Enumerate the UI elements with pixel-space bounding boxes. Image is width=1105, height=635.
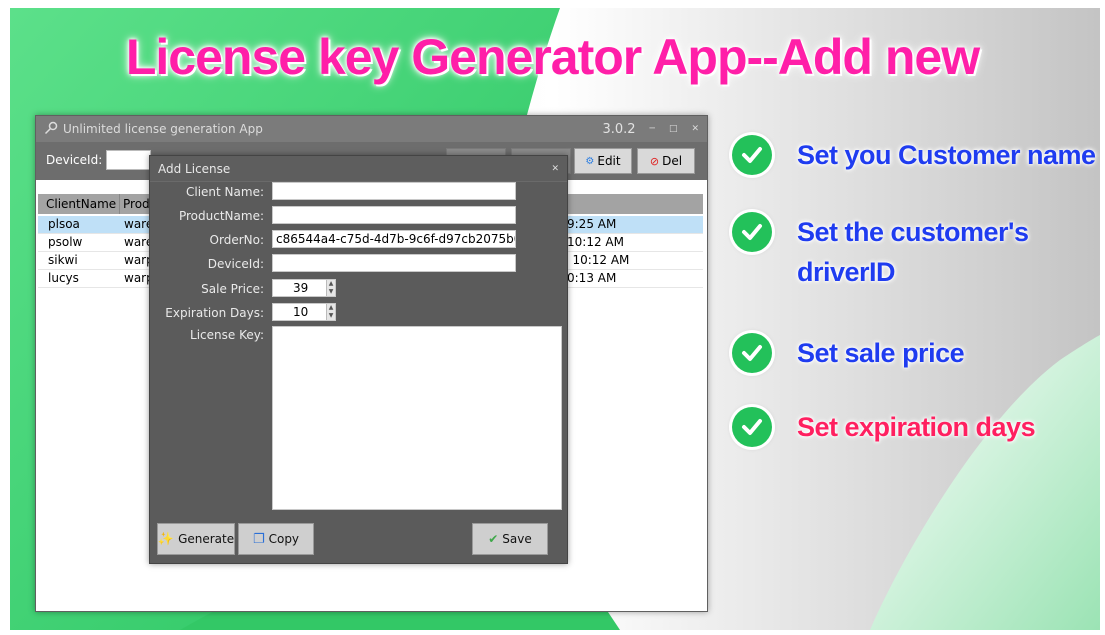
copy-button[interactable]: ❐ Copy [238,523,314,555]
delete-icon: ⊘ [649,154,660,168]
device-id-filter-input[interactable] [106,150,151,170]
feature-text: Set you Customer name [797,140,1096,170]
expiration-days-stepper[interactable]: 10 ▲ ▼ [272,303,336,321]
save-button-label: Save [502,532,532,546]
checkmark-icon: ✔ [488,532,499,546]
device-id-label: DeviceId: [46,153,103,167]
magic-wand-icon: ✨ [157,531,175,547]
expiration-days-value: 10 [293,305,309,319]
add-license-dialog: Add License ✕ Client Name: ProductName: … [149,155,568,564]
edit-button[interactable]: ⚙ Edit [574,148,632,174]
expiration-days-label: Expiration Days: [165,306,264,320]
check-circle-icon [732,135,772,175]
maximize-icon[interactable]: □ [669,124,678,134]
version-label: 3.0.2 [602,121,636,137]
cell-client-name: plsoa [48,217,80,231]
feature-text: Set expiration days [797,412,1036,442]
save-button[interactable]: ✔ Save [472,523,548,555]
copy-button-label: Copy [268,532,300,546]
stepper-arrows-icon[interactable]: ▲ ▼ [326,280,335,296]
sale-price-stepper[interactable]: 39 ▲ ▼ [272,279,336,297]
stepper-arrows-icon[interactable]: ▲ ▼ [326,304,335,320]
main-window-titlebar: Unlimited license generation App 3.0.2 ─… [36,116,707,142]
edit-button-label: Edit [597,154,621,168]
sale-price-value: 39 [293,281,309,295]
cell-time: 9:25 AM [567,217,617,231]
device-id-field-label: DeviceId: [207,257,264,271]
order-no-label: OrderNo: [209,233,264,247]
cell-client-name: sikwi [48,253,78,267]
key-icon [44,121,58,138]
feature-item: Set you Customer name [732,135,1096,175]
feature-text-line2: driverID [797,257,896,287]
cell-time: 0:13 AM [567,271,617,285]
main-window-title: Unlimited license generation App [63,122,263,136]
license-key-label: License Key: [190,328,264,342]
cell-time: 3 10:12 AM [561,253,630,267]
feature-text: Set the customer's driverID [797,212,1029,292]
dialog-close-icon[interactable]: ✕ [551,164,559,174]
license-key-textarea[interactable] [272,326,562,510]
feature-text: Set sale price [797,338,965,368]
cell-time: 10:12 AM [567,235,624,249]
column-header-clientname[interactable]: ClientName [46,197,116,211]
generate-button[interactable]: ✨ Generate [157,523,235,555]
check-circle-icon [732,333,772,373]
dialog-title: Add License [158,161,231,176]
feature-item: Set the customer's driverID [732,212,1029,292]
generate-button-label: Generate [178,532,235,546]
column-divider [119,194,120,214]
feature-text-line1: Set the customer's [797,217,1029,247]
feature-item: Set sale price [732,333,965,373]
delete-button[interactable]: ⊘ Del [637,148,695,174]
order-no-input[interactable]: c86544a4-c75d-4d7b-9c6f-d97cb2075b09 [272,230,516,248]
minimize-icon[interactable]: ─ [650,124,655,134]
client-name-input[interactable] [272,182,516,200]
dialog-titlebar: Add License ✕ [150,156,567,182]
check-circle-icon [732,212,772,252]
sale-price-label: Sale Price: [201,282,264,296]
cell-client-name: lucys [48,271,79,285]
delete-button-label: Del [662,154,683,168]
cell-client-name: psolw [48,235,83,249]
close-icon[interactable]: ✕ [691,124,699,134]
product-name-input[interactable] [272,206,516,224]
product-name-label: ProductName: [178,209,264,223]
device-id-input[interactable] [272,254,516,272]
feature-item: Set expiration days [732,407,1036,447]
check-circle-icon [732,407,772,447]
edit-icon: ⚙ [585,155,595,167]
banner-title: License key Generator App--Add new [125,29,980,85]
client-name-label: Client Name: [186,185,264,199]
copy-icon: ❐ [252,531,265,547]
